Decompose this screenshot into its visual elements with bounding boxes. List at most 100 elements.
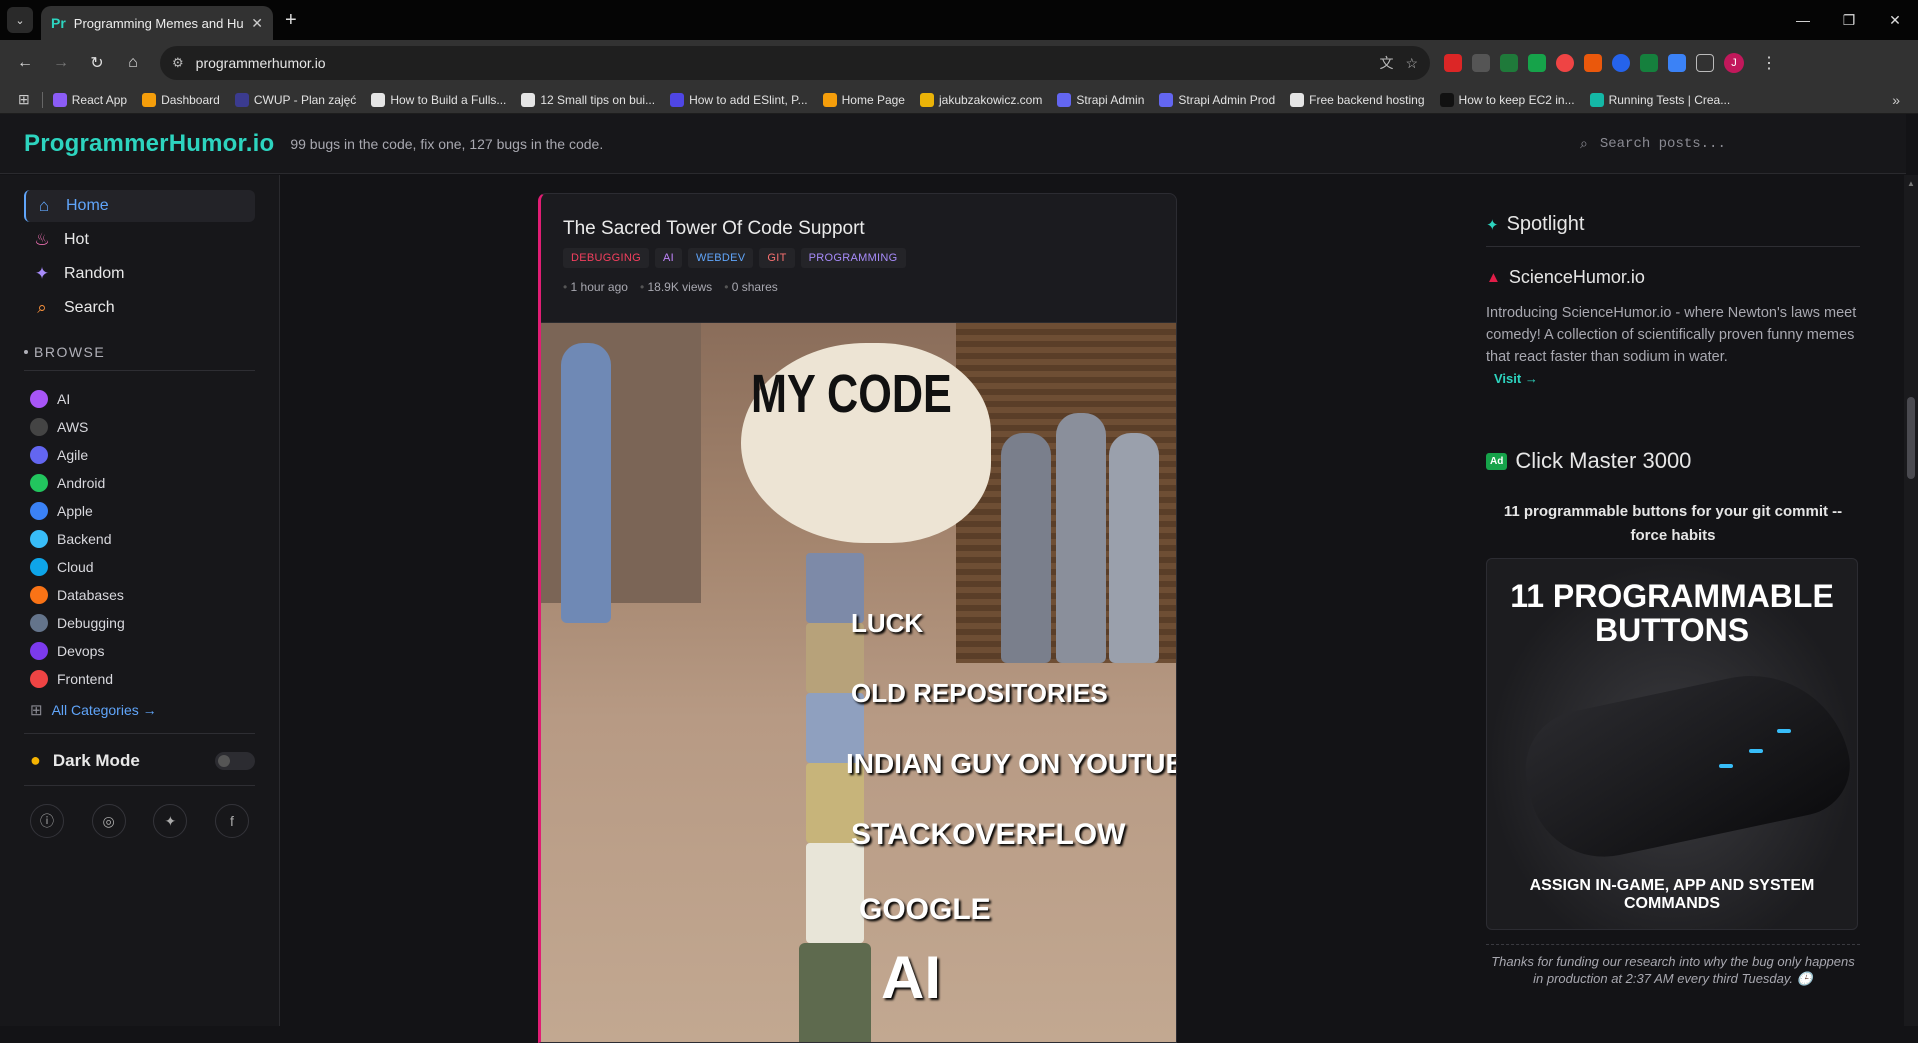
post-tag[interactable]: DEBUGGING (563, 248, 649, 268)
bookmark-item[interactable]: CWUP - Plan zajęć (234, 92, 356, 107)
back-button[interactable]: ← (10, 48, 40, 78)
post-tag[interactable]: WEBDEV (687, 248, 754, 268)
category-devops[interactable]: Devops (24, 637, 255, 665)
bookmark-item[interactable]: Strapi Admin (1057, 92, 1144, 107)
bookmark-item[interactable]: Free backend hosting (1290, 92, 1425, 107)
ad-title[interactable]: Click Master 3000 (1515, 448, 1691, 474)
page-scrollbar[interactable]: ▲ (1904, 175, 1918, 1026)
spotlight-site[interactable]: ▲ ScienceHumor.io (1486, 267, 1860, 288)
close-window-button[interactable]: ✕ (1872, 0, 1918, 40)
bookmark-item[interactable]: How to Build a Fulls... (371, 92, 506, 107)
category-frontend[interactable]: Frontend (24, 665, 255, 693)
all-categories-link[interactable]: ⊞ All Categories → (24, 701, 255, 734)
nav-item-home[interactable]: ⌂ Home (24, 190, 255, 222)
category-icon (30, 502, 48, 520)
social-links: ⓘ ◎ ✦ f (24, 804, 255, 838)
search-input[interactable] (1599, 135, 1830, 152)
category-apple[interactable]: Apple (24, 497, 255, 525)
site-search: ⌕ (1580, 135, 1850, 152)
extension-icon[interactable] (1640, 54, 1658, 72)
extension-icon[interactable] (1584, 54, 1602, 72)
meme-child (1001, 433, 1051, 663)
sparkles-icon: ✦ (34, 264, 50, 283)
tab-search-button[interactable]: ⌄ (7, 7, 33, 33)
bookmark-item[interactable]: Strapi Admin Prod (1159, 92, 1275, 107)
bookmark-item[interactable]: 12 Small tips on bui... (521, 92, 655, 107)
minimize-button[interactable]: — (1780, 0, 1826, 40)
extension-icon[interactable] (1528, 54, 1546, 72)
bookmark-item[interactable]: React App (52, 92, 127, 107)
category-backend[interactable]: Backend (24, 525, 255, 553)
category-icon (30, 418, 48, 436)
extension-icon[interactable] (1612, 54, 1630, 72)
category-list: AI AWS Agile Android Apple Backend Cloud Databa… (24, 385, 255, 693)
meme-caption-stack: INDIAN GUY ON YOUTUBE (846, 748, 1176, 779)
visit-link[interactable]: Visit → (1494, 371, 1538, 386)
category-ai[interactable]: AI (24, 385, 255, 413)
extension-icon[interactable] (1500, 54, 1518, 72)
post-tag[interactable]: GIT (759, 248, 795, 268)
close-tab-icon[interactable]: ✕ (251, 15, 263, 32)
category-label: Agile (57, 447, 89, 463)
bookmarks-bar: ⊞ React App Dashboard CWUP - Plan zajęć How… (0, 86, 1918, 114)
bookmark-item[interactable]: How to add ESlint, P... (670, 92, 808, 107)
extension-icon[interactable] (1444, 54, 1462, 72)
scroll-up-icon[interactable]: ▲ (1907, 179, 1915, 188)
menu-icon[interactable]: ⋮ (1754, 48, 1784, 78)
restore-button[interactable]: ❐ (1826, 0, 1872, 40)
site-logo[interactable]: ProgrammerHumor.io (24, 130, 274, 158)
category-icon (30, 474, 48, 492)
site-favicon-icon: Pr (51, 15, 66, 31)
category-agile[interactable]: Agile (24, 441, 255, 469)
right-sidebar: ✦ Spotlight ▲ ScienceHumor.io Introducin… (1486, 175, 1860, 987)
category-aws[interactable]: AWS (24, 413, 255, 441)
nav-item-random[interactable]: ✦ Random (24, 258, 255, 290)
dark-mode-toggle[interactable] (215, 751, 255, 770)
twitter-icon[interactable]: ✦ (153, 804, 188, 838)
profile-avatar[interactable]: J (1724, 53, 1744, 73)
nav-item-hot[interactable]: ♨ Hot (24, 224, 255, 256)
meme-caption-stack: GOOGLE (859, 893, 991, 926)
bookmark-item[interactable]: How to keep EC2 in... (1439, 92, 1575, 107)
forward-button[interactable]: → (46, 48, 76, 78)
instagram-icon[interactable]: ◎ (91, 804, 126, 838)
spotlight-site-name: ScienceHumor.io (1508, 267, 1645, 287)
meme-child (1056, 413, 1106, 663)
all-categories-label: All Categories → (51, 702, 157, 718)
facebook-icon[interactable]: f (214, 804, 249, 838)
bookmark-item[interactable]: Home Page (822, 92, 905, 107)
category-icon (30, 670, 48, 688)
extension-icon[interactable] (1472, 54, 1490, 72)
bookmark-item[interactable]: jakubzakowicz.com (919, 92, 1042, 107)
meme-image[interactable]: MY CODE LUCK OLD REPOSITORIES INDIAN GUY… (541, 323, 1176, 1042)
meme-pole (799, 943, 871, 1042)
nav-item-search[interactable]: ⌕ Search (24, 292, 255, 324)
browser-tab[interactable]: Pr Programming Memes and Hum ✕ (41, 6, 273, 40)
reload-button[interactable]: ↻ (82, 48, 112, 78)
translate-icon[interactable]: 文 (1379, 53, 1393, 73)
category-databases[interactable]: Databases (24, 581, 255, 609)
post-title[interactable]: The Sacred Tower Of Code Support (563, 218, 1154, 240)
category-debugging[interactable]: Debugging (24, 609, 255, 637)
info-icon[interactable]: ⓘ (30, 804, 64, 838)
category-cloud[interactable]: Cloud (24, 553, 255, 581)
bookmark-favicon-icon (371, 92, 386, 107)
ad-image[interactable]: 11 PROGRAMMABLE BUTTONS ASSIGN IN-GAME, … (1486, 558, 1858, 930)
address-bar[interactable]: ⚙ programmerhumor.io 文 ☆ (160, 46, 1430, 80)
post-tag[interactable]: AI (654, 248, 682, 268)
scrollbar-thumb[interactable] (1907, 397, 1915, 479)
site-info-icon[interactable]: ⚙ (172, 55, 184, 71)
url-text[interactable]: programmerhumor.io (196, 55, 1368, 71)
category-android[interactable]: Android (24, 469, 255, 497)
extension-icon[interactable] (1556, 54, 1574, 72)
home-button[interactable]: ⌂ (118, 48, 148, 78)
bookmark-item[interactable]: Dashboard (142, 92, 220, 107)
apps-grid-icon[interactable]: ⊞ (18, 91, 30, 108)
post-tag[interactable]: PROGRAMMING (800, 248, 906, 268)
extensions-puzzle-icon[interactable] (1696, 54, 1714, 72)
bookmark-item[interactable]: Running Tests | Crea... (1589, 92, 1730, 107)
extension-icon[interactable] (1668, 54, 1686, 72)
new-tab-button[interactable]: + (285, 9, 297, 32)
more-bookmarks-icon[interactable]: » (1892, 92, 1900, 108)
bookmark-star-icon[interactable]: ☆ (1405, 55, 1418, 72)
